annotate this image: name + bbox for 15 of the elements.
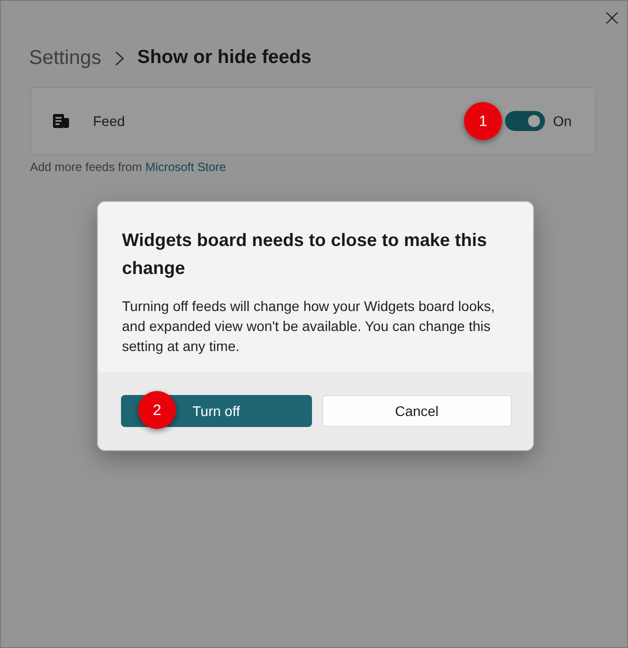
- close-icon[interactable]: [606, 12, 618, 24]
- toggle-switch[interactable]: [505, 111, 545, 131]
- step-number-overlay: 1: [464, 102, 502, 140]
- store-hint-text: Add more feeds from Microsoft Store: [29, 159, 228, 174]
- feed-label: Feed: [93, 113, 126, 129]
- toggle-state-label: On: [553, 113, 573, 129]
- step-number-overlay: 2: [138, 391, 176, 429]
- dialog-title: Widgets board needs to close to make this change: [122, 229, 488, 280]
- news-icon: [53, 114, 69, 128]
- microsoft-store-link[interactable]: Microsoft Store: [145, 160, 226, 174]
- dialog-message: Turning off feeds will change how your Widgets board looks, and expanded view won't be available. You can change this setting at any time.: [122, 297, 496, 356]
- cancel-button[interactable]: Cancel: [322, 395, 512, 427]
- page-title: Show or hide feeds: [137, 47, 312, 69]
- breadcrumb-link[interactable]: Settings: [29, 46, 102, 70]
- chevron-right-icon: [115, 50, 124, 66]
